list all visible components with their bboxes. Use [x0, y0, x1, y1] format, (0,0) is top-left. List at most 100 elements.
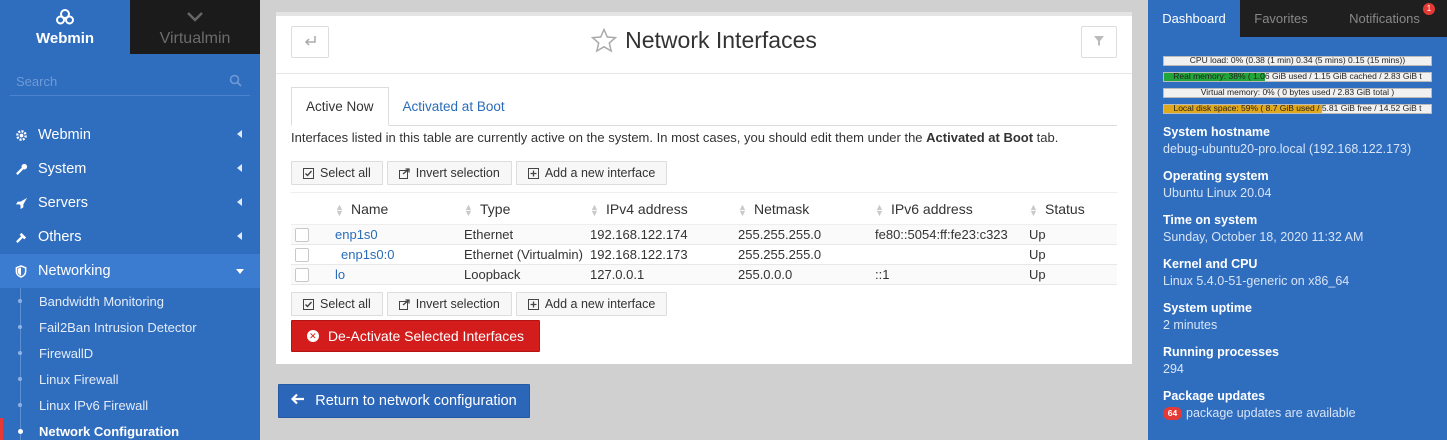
submenu-item-label: Linux Firewall — [39, 371, 119, 387]
column-header-label: IPv6 address — [891, 200, 973, 217]
info-value: Ubuntu Linux 20.04 — [1163, 186, 1272, 200]
column-header-name[interactable]: ▲ ▼ Name — [335, 192, 464, 225]
row-checkbox[interactable] — [295, 268, 309, 283]
invert-selection-button[interactable]: Invert selection — [386, 292, 512, 316]
bullet-icon — [18, 325, 22, 329]
submenu-item-linux-ipv6-firewall[interactable]: Linux IPv6 Firewall — [0, 392, 260, 418]
sidebar-item-servers[interactable]: Servers — [0, 186, 260, 220]
caret-left-icon — [237, 130, 242, 138]
name-cell: enp1s0:0 — [335, 244, 464, 265]
sort-icon: ▲ ▼ — [875, 201, 884, 218]
select-all-button[interactable]: Select all — [291, 292, 383, 316]
ipv4-cell: 192.168.122.174 — [590, 224, 738, 245]
shield-icon — [14, 264, 28, 278]
column-header-type[interactable]: ▲ ▼ Type — [464, 192, 590, 225]
column-header-status[interactable]: ▲ ▼ Status — [1029, 192, 1117, 225]
submenu-item-fail2ban[interactable]: Fail2Ban Intrusion Detector — [0, 314, 260, 340]
interface-link[interactable]: enp1s0 — [335, 227, 378, 242]
sort-icon: ▲ ▼ — [335, 201, 344, 218]
search-input[interactable] — [10, 68, 250, 94]
system-usage-bars: CPU load: 0% (0.38 (1 min) 0.34 (5 mins)… — [1163, 56, 1432, 114]
table-row: enp1s0:0 Ethernet (Virtualmin) 192.168.1… — [291, 244, 1117, 265]
wrench-icon — [14, 162, 28, 176]
check-square-icon — [303, 167, 314, 179]
bullet-icon — [18, 377, 22, 381]
submenu-item-network-configuration[interactable]: Network Configuration — [0, 418, 260, 440]
submenu-item-label: Fail2Ban Intrusion Detector — [39, 319, 197, 335]
virtualmin-brand-button[interactable]: Virtualmin — [130, 0, 260, 54]
chevron-down-icon — [130, 6, 260, 28]
description-bold: Activated at Boot — [926, 130, 1034, 145]
filter-button[interactable] — [1081, 26, 1117, 58]
column-header-label: Status — [1045, 200, 1085, 217]
info-value: debug-ubuntu20-pro.local (192.168.122.17… — [1163, 142, 1412, 156]
tab-favorites[interactable]: Favorites — [1240, 0, 1322, 37]
webmin-brand-button[interactable]: Webmin — [0, 0, 130, 54]
interface-link[interactable]: lo — [335, 267, 345, 282]
sidebar-item-system[interactable]: System — [0, 152, 260, 186]
tab-active-now[interactable]: Active Now — [291, 87, 389, 126]
submenu-item-label: Linux IPv6 Firewall — [39, 397, 149, 413]
bullet-icon — [18, 403, 22, 407]
package-count-badge: 64 — [1163, 407, 1182, 421]
add-interface-button[interactable]: Add a new interface — [515, 292, 668, 316]
bar-text: CPU load: 0% (0.38 (1 min) 0.34 (5 mins)… — [1189, 56, 1406, 65]
sidebar-item-label: System — [38, 161, 87, 177]
tab-notifications[interactable]: Notifications 1 — [1322, 0, 1447, 37]
add-interface-button[interactable]: Add a new interface — [515, 161, 668, 185]
add-interface-label: Add a new interface — [544, 166, 656, 180]
deactivate-label: De-Activate Selected Interfaces — [327, 328, 525, 344]
top-button-row: Select all Invert selection Add a new in… — [291, 161, 668, 185]
submenu-item-firewalld[interactable]: FirewallD — [0, 340, 260, 366]
row-select-cell — [291, 264, 335, 285]
cpu-load-bar: CPU load: 0% (0.38 (1 min) 0.34 (5 mins)… — [1163, 56, 1432, 66]
info-value: 294 — [1163, 362, 1184, 376]
row-select-cell — [291, 244, 335, 265]
system-info: System hostname debug-ubuntu20-pro.local … — [1163, 124, 1432, 422]
package-updates-link[interactable]: 64 package updates are available — [1163, 405, 1432, 422]
submenu-item-linux-firewall[interactable]: Linux Firewall — [0, 366, 260, 392]
search-icon[interactable] — [229, 74, 242, 90]
submenu-item-label: FirewallD — [39, 345, 94, 361]
webmin-logo-icon — [0, 6, 130, 28]
select-all-button[interactable]: Select all — [291, 161, 383, 185]
ipv6-cell: ::1 — [875, 264, 1029, 285]
row-checkbox[interactable] — [295, 228, 309, 243]
share-square-icon — [398, 298, 410, 310]
status-cell: Up — [1029, 224, 1117, 245]
column-header-netmask[interactable]: ▲ ▼ Netmask — [738, 192, 875, 225]
page-title-wrap: Network Interfaces — [276, 27, 1132, 54]
interface-link[interactable]: enp1s0:0 — [335, 247, 395, 262]
info-label: Time on system — [1163, 213, 1258, 227]
info-label: Running processes — [1163, 345, 1279, 359]
wrench-icon — [14, 230, 28, 244]
star-icon[interactable] — [591, 28, 618, 53]
panel-header: Network Interfaces — [276, 16, 1132, 74]
tab-activated-at-boot[interactable]: Activated at Boot — [389, 87, 519, 126]
tab-dashboard[interactable]: Dashboard — [1148, 0, 1240, 37]
row-checkbox[interactable] — [295, 248, 309, 263]
notification-count-badge: 1 — [1423, 3, 1435, 15]
sort-icon: ▲ ▼ — [1029, 201, 1038, 218]
deactivate-interfaces-button[interactable]: ✕ De-Activate Selected Interfaces — [291, 320, 540, 352]
ipv4-cell: 127.0.0.1 — [590, 264, 738, 285]
add-interface-label: Add a new interface — [544, 297, 656, 311]
return-to-network-config-button[interactable]: Return to network configuration — [278, 384, 530, 418]
gear-icon — [14, 128, 28, 142]
column-header-ipv4[interactable]: ▲ ▼ IPv4 address — [590, 192, 738, 225]
plus-square-icon — [527, 298, 539, 310]
plus-square-icon — [527, 167, 539, 179]
sidebar-item-networking[interactable]: Networking — [0, 254, 260, 288]
invert-selection-button[interactable]: Invert selection — [386, 161, 512, 185]
name-cell: enp1s0 — [335, 224, 464, 245]
sidebar-item-others[interactable]: Others — [0, 220, 260, 254]
page-title: Network Interfaces — [625, 27, 817, 53]
tabs: Active Now Activated at Boot — [291, 87, 1117, 126]
return-label: Return to network configuration — [315, 393, 517, 409]
submenu-item-bandwidth-monitoring[interactable]: Bandwidth Monitoring — [0, 288, 260, 314]
ipv6-cell — [875, 244, 1029, 265]
times-circle-icon: ✕ — [306, 330, 319, 342]
rocket-icon — [14, 196, 28, 210]
column-header-ipv6[interactable]: ▲ ▼ IPv6 address — [875, 192, 1029, 225]
sidebar-item-webmin[interactable]: Webmin — [0, 118, 260, 152]
